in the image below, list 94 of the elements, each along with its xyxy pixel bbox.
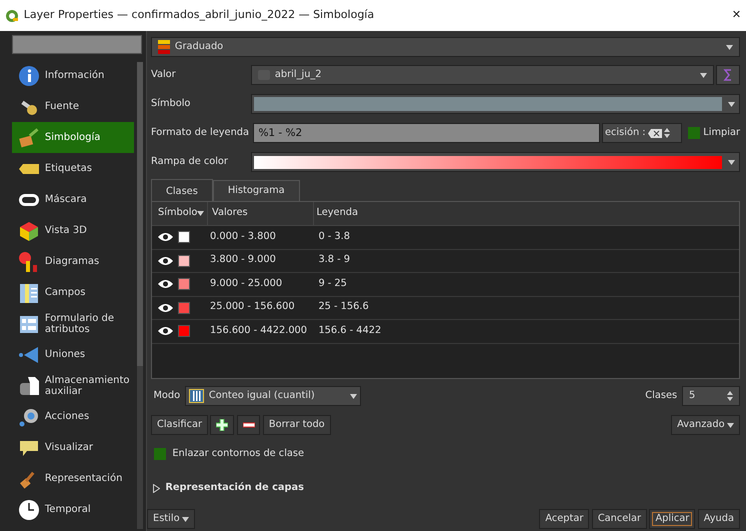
sidebar-item[interactable]: Etiquetas <box>12 153 134 184</box>
classes-spinbox[interactable]: 5 <box>682 386 740 406</box>
sidebar-item[interactable]: Temporal <box>12 494 134 525</box>
field-label: Formato de leyenda <box>151 126 250 140</box>
sidebar-item[interactable]: Simbología <box>12 122 134 153</box>
scrollbar[interactable] <box>137 62 143 529</box>
sidebar-item[interactable]: Formulario de atributos <box>12 308 134 339</box>
caret-icon <box>182 516 190 522</box>
delete-all-button[interactable]: Borrar todo <box>262 415 331 435</box>
classify-button[interactable]: Clasificar <box>151 415 208 435</box>
database-icon <box>18 374 40 396</box>
link-borders-checkbox[interactable]: Enlazar contornos de clase <box>153 446 304 462</box>
renderer-dropdown[interactable]: Graduado <box>151 37 740 57</box>
quantile-icon <box>189 389 204 403</box>
symbol-dropdown[interactable] <box>251 94 740 114</box>
sidebar-item[interactable]: Almacenamiento auxiliar <box>12 370 134 401</box>
field-label: Símbolo <box>151 96 192 111</box>
sidebar-item[interactable]: Máscara <box>12 184 134 215</box>
color-swatch[interactable] <box>178 325 190 338</box>
dialog-button[interactable]: Aplicar <box>649 509 696 529</box>
limpiar-checkbox[interactable]: Limpiar <box>686 126 740 140</box>
column-header[interactable]: Símbolo <box>152 202 208 225</box>
dialog-button[interactable]: Cancelar <box>592 509 648 529</box>
tab[interactable]: Histograma <box>212 180 300 202</box>
style-button[interactable]: Estilo <box>147 509 196 529</box>
color-swatch[interactable] <box>178 302 190 314</box>
eye-icon[interactable] <box>158 256 173 266</box>
clear-icon <box>648 128 662 138</box>
clock-icon <box>18 498 40 520</box>
cube-icon <box>18 220 40 242</box>
eye-icon[interactable] <box>158 279 173 290</box>
table-cell-text: 25 - 156.6 <box>317 300 369 314</box>
caret-icon <box>350 394 357 398</box>
sidebar-item[interactable]: Fuente <box>12 91 134 122</box>
app-logo-icon <box>4 8 19 22</box>
caret-icon <box>726 44 733 50</box>
field-dropdown[interactable]: abril_ju_2 <box>251 65 714 85</box>
color-swatch[interactable] <box>178 231 190 244</box>
table-cell-text: 9 - 25 <box>317 276 347 291</box>
field-label: Rampa de color <box>151 154 229 169</box>
table-cell: 25.000 - 156.600 <box>210 301 295 312</box>
sidebar-item[interactable]: Diagramas <box>12 246 134 277</box>
dialog-button[interactable]: Aceptar <box>539 509 590 529</box>
brush-icon <box>18 126 40 148</box>
table-cell-text: 156.6 - 4422 <box>317 324 382 338</box>
layer-rendering-expander[interactable]: Representación de capas <box>153 481 304 496</box>
column-header[interactable]: Leyenda <box>314 206 739 221</box>
sidebar-item[interactable]: Información <box>12 60 134 91</box>
sidebar-item[interactable]: Visualizar <box>12 432 134 463</box>
color-ramp-dropdown[interactable] <box>251 152 740 172</box>
spin-arrows-icon <box>727 391 733 401</box>
table-cell: 3.800 - 9.000 <box>210 254 276 266</box>
table-cell: 9.000 - 25.000 <box>210 278 282 289</box>
remove-class-button[interactable] <box>236 415 260 435</box>
eye-icon[interactable] <box>158 302 173 313</box>
dialog-button[interactable]: Ayuda <box>698 509 740 529</box>
mode-dropdown[interactable]: Conteo igual (cuantil) <box>185 386 361 406</box>
spin-arrows-icon <box>664 128 670 138</box>
table-cell-text: 0 - 3.8 <box>317 230 350 244</box>
field-label: Clases <box>645 388 678 403</box>
advanced-button[interactable]: Avanzado <box>671 415 740 435</box>
add-class-button[interactable] <box>210 415 234 435</box>
sidebar-item[interactable]: Acciones <box>12 401 134 432</box>
eye-icon[interactable] <box>158 326 173 336</box>
field-label: Modo <box>152 388 180 403</box>
graduated-icon <box>158 40 170 54</box>
sidebar-item[interactable]: Representación <box>12 463 134 494</box>
caret-icon <box>197 211 204 216</box>
search-field[interactable] <box>12 35 142 54</box>
eye-icon[interactable] <box>158 232 173 242</box>
color-swatch[interactable] <box>178 278 190 290</box>
info-icon <box>18 64 40 86</box>
table-icon <box>18 282 40 304</box>
sidebar-item[interactable]: Vista 3D <box>12 215 134 246</box>
chart-icon <box>18 250 40 272</box>
expression-button[interactable] <box>716 65 740 85</box>
table-cell: 156.600 - 4422.000 <box>210 324 308 336</box>
color-swatch[interactable] <box>178 254 190 267</box>
caret-icon <box>728 102 735 106</box>
plus-icon <box>216 419 228 431</box>
field-label: Valor <box>151 68 177 82</box>
window-title: Layer Properties — confirmados_abril_junio_2022 — Simbología <box>24 7 376 24</box>
sidebar-item[interactable]: Campos <box>12 277 134 308</box>
table-cell-text: 3.8 - 9 <box>317 253 350 268</box>
tab[interactable]: Clases <box>151 179 213 203</box>
table-cell: 0.000 - 3.800 <box>210 230 276 242</box>
caret-icon <box>700 72 707 78</box>
precision-spinbox[interactable]: ecisión : <box>602 123 682 143</box>
caret-icon <box>728 160 735 164</box>
sidebar-item[interactable]: Uniones <box>12 339 134 370</box>
caret-icon <box>727 422 734 428</box>
close-button[interactable]: ✕ <box>732 7 742 24</box>
column-header[interactable]: Valores <box>208 202 314 225</box>
legend-format-field[interactable]: %1 - %2 <box>253 123 600 143</box>
